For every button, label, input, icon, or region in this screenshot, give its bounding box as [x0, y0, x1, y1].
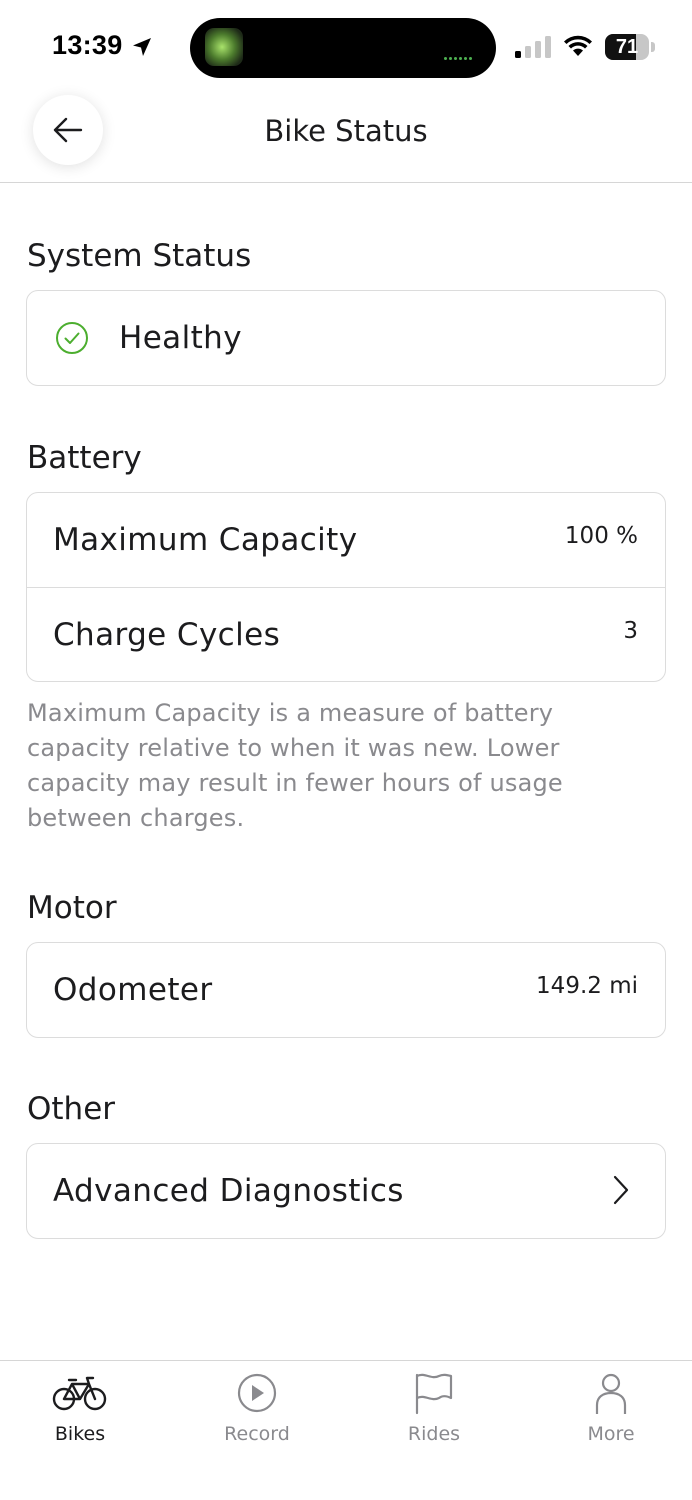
- wifi-icon: [564, 35, 592, 56]
- location-arrow-icon: [133, 38, 151, 56]
- dynamic-island: [190, 18, 496, 78]
- tab-more[interactable]: More: [546, 1371, 676, 1461]
- section-title-battery: Battery: [27, 440, 142, 476]
- page-title: Bike Status: [264, 114, 428, 148]
- battery-cap: [651, 42, 655, 52]
- bike-icon: [52, 1376, 107, 1411]
- tab-more-label: More: [587, 1423, 635, 1445]
- odometer-value: 149.2 mi: [536, 973, 638, 999]
- play-circle-icon: [237, 1373, 277, 1413]
- check-circle-icon: [56, 322, 88, 354]
- maximum-capacity-label: Maximum Capacity: [53, 522, 358, 558]
- tab-bikes[interactable]: Bikes: [15, 1371, 145, 1461]
- section-title-motor: Motor: [27, 890, 117, 926]
- status-bar: 13:39 71: [0, 0, 692, 90]
- chevron-right-icon: [613, 1175, 629, 1205]
- advanced-diagnostics-label: Advanced Diagnostics: [53, 1173, 404, 1209]
- maximum-capacity-row: Maximum Capacity 100 %: [27, 493, 665, 587]
- status-time: 13:39: [52, 30, 123, 60]
- system-status-row: Healthy: [27, 291, 665, 385]
- battery-percent: 71: [615, 36, 639, 58]
- section-title-system-status: System Status: [27, 238, 252, 274]
- tab-record[interactable]: Record: [192, 1371, 322, 1461]
- tab-bikes-label: Bikes: [54, 1423, 106, 1445]
- system-status-value: Healthy: [119, 320, 242, 356]
- tab-record-label: Record: [224, 1423, 290, 1445]
- advanced-diagnostics-row[interactable]: Advanced Diagnostics: [27, 1144, 665, 1238]
- odometer-label: Odometer: [53, 972, 213, 1008]
- cellular-signal-icon: [515, 36, 551, 58]
- maximum-capacity-value: 100 %: [564, 523, 638, 549]
- charge-cycles-label: Charge Cycles: [53, 616, 281, 653]
- now-playing-thumbnail: [205, 28, 243, 66]
- header-divider: [0, 182, 692, 183]
- tab-rides[interactable]: Rides: [369, 1371, 499, 1461]
- charge-cycles-row: Charge Cycles 3: [27, 587, 665, 681]
- battery-indicator: 71: [605, 34, 649, 60]
- flag-icon: [415, 1373, 453, 1415]
- bike-status-screen: 13:39 71 Bike Status System Status Healt…: [0, 0, 692, 1500]
- system-status-card: Healthy: [26, 290, 666, 386]
- tab-bar: Bikes Record Rides More: [0, 1360, 692, 1500]
- battery-card: Maximum Capacity 100 % Charge Cycles 3: [26, 492, 666, 682]
- other-card: Advanced Diagnostics: [26, 1143, 666, 1239]
- tab-rides-label: Rides: [407, 1423, 461, 1445]
- odometer-row: Odometer 149.2 mi: [27, 943, 665, 1037]
- charge-cycles-value: 3: [623, 618, 638, 644]
- activity-indicator-icon: [444, 45, 474, 64]
- battery-capacity-note: Maximum Capacity is a measure of battery…: [27, 699, 563, 832]
- person-icon: [595, 1373, 627, 1414]
- section-title-other: Other: [27, 1091, 116, 1127]
- motor-card: Odometer 149.2 mi: [26, 942, 666, 1038]
